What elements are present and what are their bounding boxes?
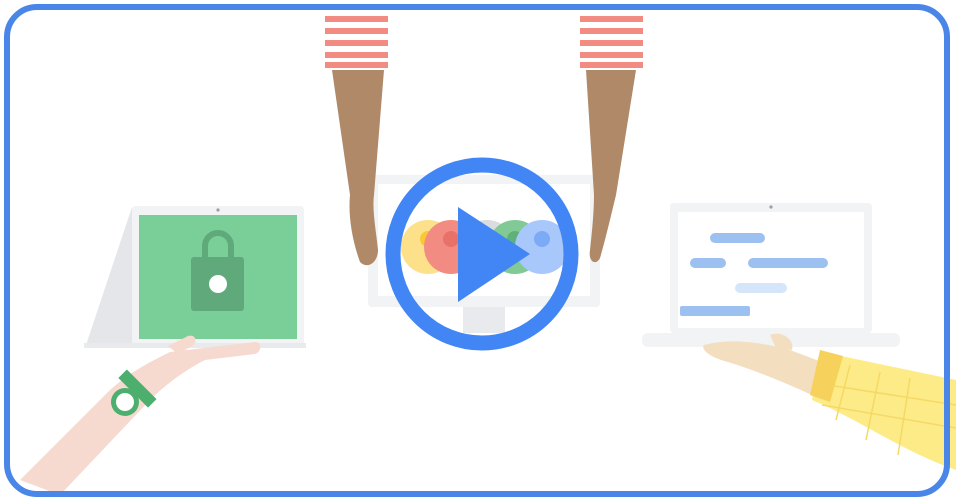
illustration — [0, 0, 956, 502]
laptop-illustration — [642, 203, 900, 347]
video-thumbnail[interactable] — [0, 0, 956, 502]
